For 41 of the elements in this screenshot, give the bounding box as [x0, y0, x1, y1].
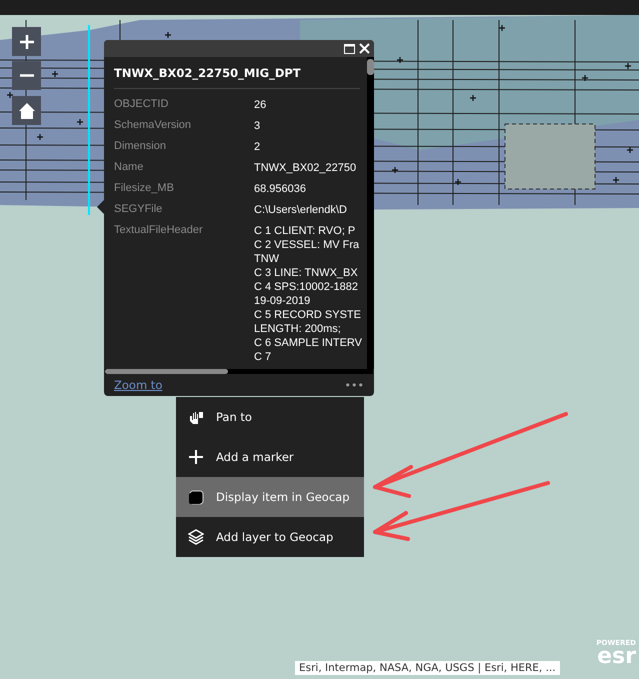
- field-value: C:\Users\erlendk\D: [254, 203, 348, 217]
- minus-icon: [18, 74, 34, 77]
- field-value: TNWX_BX02_22750: [254, 161, 358, 175]
- field-label: Name: [114, 161, 144, 175]
- field-value: C 7: [254, 350, 272, 364]
- field-label: Filesize_MB: [114, 182, 175, 196]
- field-label: TextualFileHeader: [114, 224, 204, 238]
- field-value: C 4 SPS:10002-1882: [254, 280, 359, 294]
- plus-icon: [18, 34, 34, 50]
- home-icon: [18, 102, 36, 120]
- field-value: 2: [254, 140, 262, 154]
- field-value: TNW: [254, 252, 280, 266]
- horizontal-scrollbar[interactable]: [105, 369, 373, 374]
- vertical-scrollbar[interactable]: [367, 57, 374, 369]
- maximize-icon[interactable]: [344, 44, 355, 54]
- field-value: C 2 VESSEL: MV Fra: [254, 238, 360, 252]
- zoom-to-link[interactable]: Zoom to: [114, 378, 162, 392]
- layers-icon: [188, 529, 204, 545]
- field-value: C 1 CLIENT: RVO; P: [254, 224, 356, 238]
- field-label: SEGYFile: [114, 203, 164, 217]
- field-label: OBJECTID: [114, 98, 170, 112]
- hand-icon: [188, 409, 204, 425]
- plus-icon: [188, 449, 204, 465]
- map-attribution: Esri, Intermap, NASA, NGA, USGS | Esri, HERE, ...: [295, 661, 560, 675]
- zoom-out-button[interactable]: [12, 61, 41, 90]
- field-value: C 5 RECORD SYSTE: [254, 308, 362, 322]
- close-icon[interactable]: [359, 43, 370, 54]
- more-actions-button[interactable]: •••: [344, 378, 364, 392]
- home-button[interactable]: [12, 96, 41, 125]
- field-value: LENGTH: 200ms;: [254, 322, 342, 336]
- field-label: SchemaVersion: [114, 119, 192, 133]
- menu-item[interactable]: Display item in Geocap: [176, 477, 364, 517]
- zoom-in-button[interactable]: [12, 27, 41, 56]
- field-value: 68.956036: [254, 182, 307, 196]
- field-value: 3: [254, 119, 262, 133]
- popup-title: TNWX_BX02_22750_MIG_DPT: [114, 66, 360, 89]
- field-value: C 6 SAMPLE INTERV: [254, 336, 363, 350]
- field-value: C 3 LINE: TNWX_BX: [254, 266, 359, 280]
- field-value: 26: [254, 98, 268, 112]
- field-value: 19-09-2019: [254, 294, 312, 308]
- field-label: Dimension: [114, 140, 167, 154]
